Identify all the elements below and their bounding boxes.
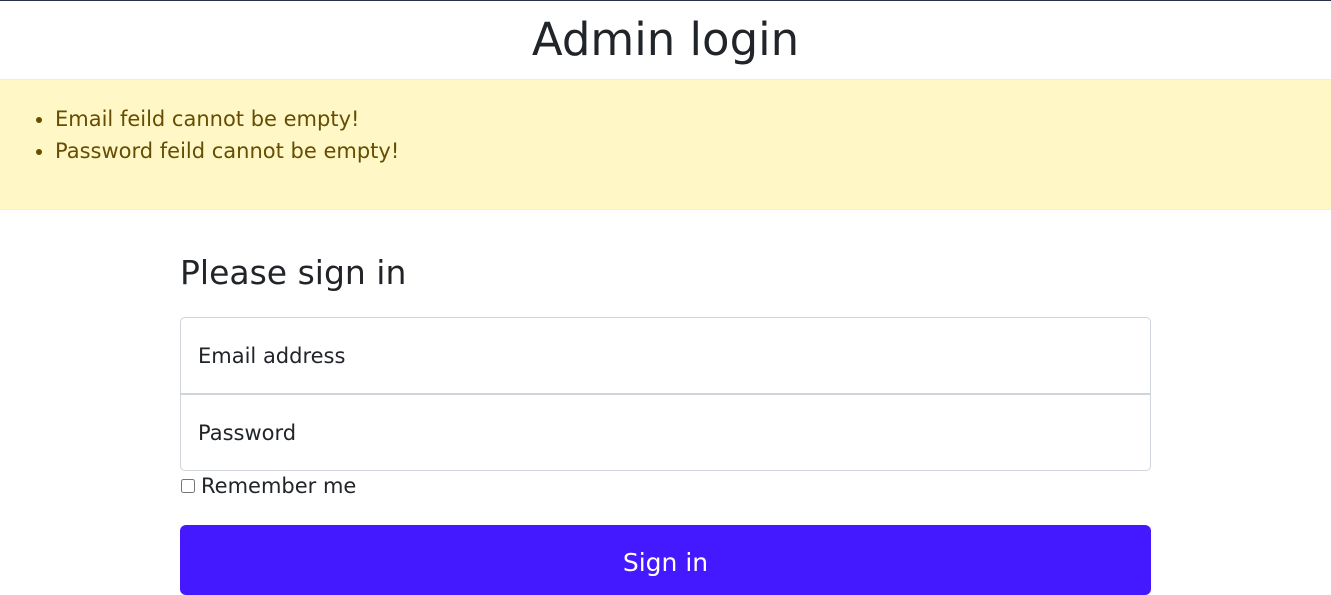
remember-me-label: Remember me bbox=[201, 474, 357, 498]
remember-me-checkbox[interactable] bbox=[181, 479, 195, 493]
error-message-password: Password feild cannot be empty! bbox=[55, 135, 399, 167]
page-title: Admin login bbox=[531, 13, 800, 66]
validation-alert: Email feild cannot be empty! Password fe… bbox=[0, 79, 1331, 210]
form-heading: Please sign in bbox=[180, 253, 407, 292]
sign-in-button[interactable]: Sign in bbox=[180, 525, 1151, 595]
error-list: Email feild cannot be empty! Password fe… bbox=[0, 103, 399, 167]
top-border bbox=[0, 0, 1331, 1]
email-field[interactable] bbox=[180, 317, 1151, 394]
login-form: Please sign in Remember me Sign in bbox=[180, 250, 1151, 595]
remember-me[interactable]: Remember me bbox=[180, 474, 356, 498]
error-message-email: Email feild cannot be empty! bbox=[55, 103, 399, 135]
password-field[interactable] bbox=[180, 394, 1151, 471]
